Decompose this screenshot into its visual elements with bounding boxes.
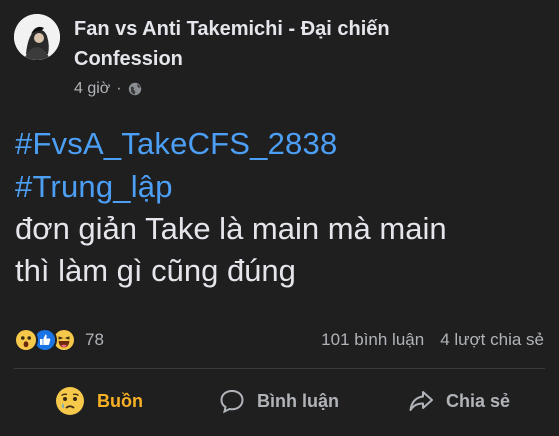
share-count[interactable]: 4 lượt chia sẻ [440,330,544,350]
globe-icon [128,82,142,96]
post-body: #FvsA_TakeCFS_2838 #Trung_lập đơn giản T… [15,122,545,292]
share-button[interactable]: Chia sẻ [374,381,544,421]
share-label: Chia sẻ [445,390,511,411]
post-meta: 4 giờ · [74,80,474,98]
react-label: Buồn [97,390,143,411]
post-header: Fan vs Anti Takemichi - Đại chiến Confes… [14,14,474,98]
comment-label: Bình luận [257,390,339,411]
action-bar: Buồn Bình luận Chia sẻ [14,379,544,423]
comment-icon [219,388,245,414]
divider [14,368,545,369]
wow-reaction-icon [14,328,38,352]
react-button[interactable]: Buồn [14,381,184,421]
post-text-line: thì làm gì cũng đúng [15,253,296,288]
avatar[interactable] [14,14,60,60]
meta-separator: · [116,80,122,97]
reaction-count[interactable]: 78 [85,330,104,350]
hashtag-link[interactable]: #Trung_lập [15,165,545,208]
page-name[interactable]: Fan vs Anti Takemichi - Đại chiến Confes… [74,14,474,74]
sad-reaction-icon [55,386,85,416]
post-card: Fan vs Anti Takemichi - Đại chiến Confes… [0,0,559,436]
hashtag-link[interactable]: #FvsA_TakeCFS_2838 [15,122,545,165]
reactions-bar: 78 101 bình luận 4 lượt chia sẻ [14,325,544,355]
share-icon [408,388,434,414]
post-time[interactable]: 4 giờ [74,80,110,98]
comment-count[interactable]: 101 bình luận [321,330,424,350]
reaction-summary[interactable] [14,328,76,352]
comment-button[interactable]: Bình luận [194,381,364,421]
post-text-line: đơn giản Take là main mà main [15,211,447,246]
